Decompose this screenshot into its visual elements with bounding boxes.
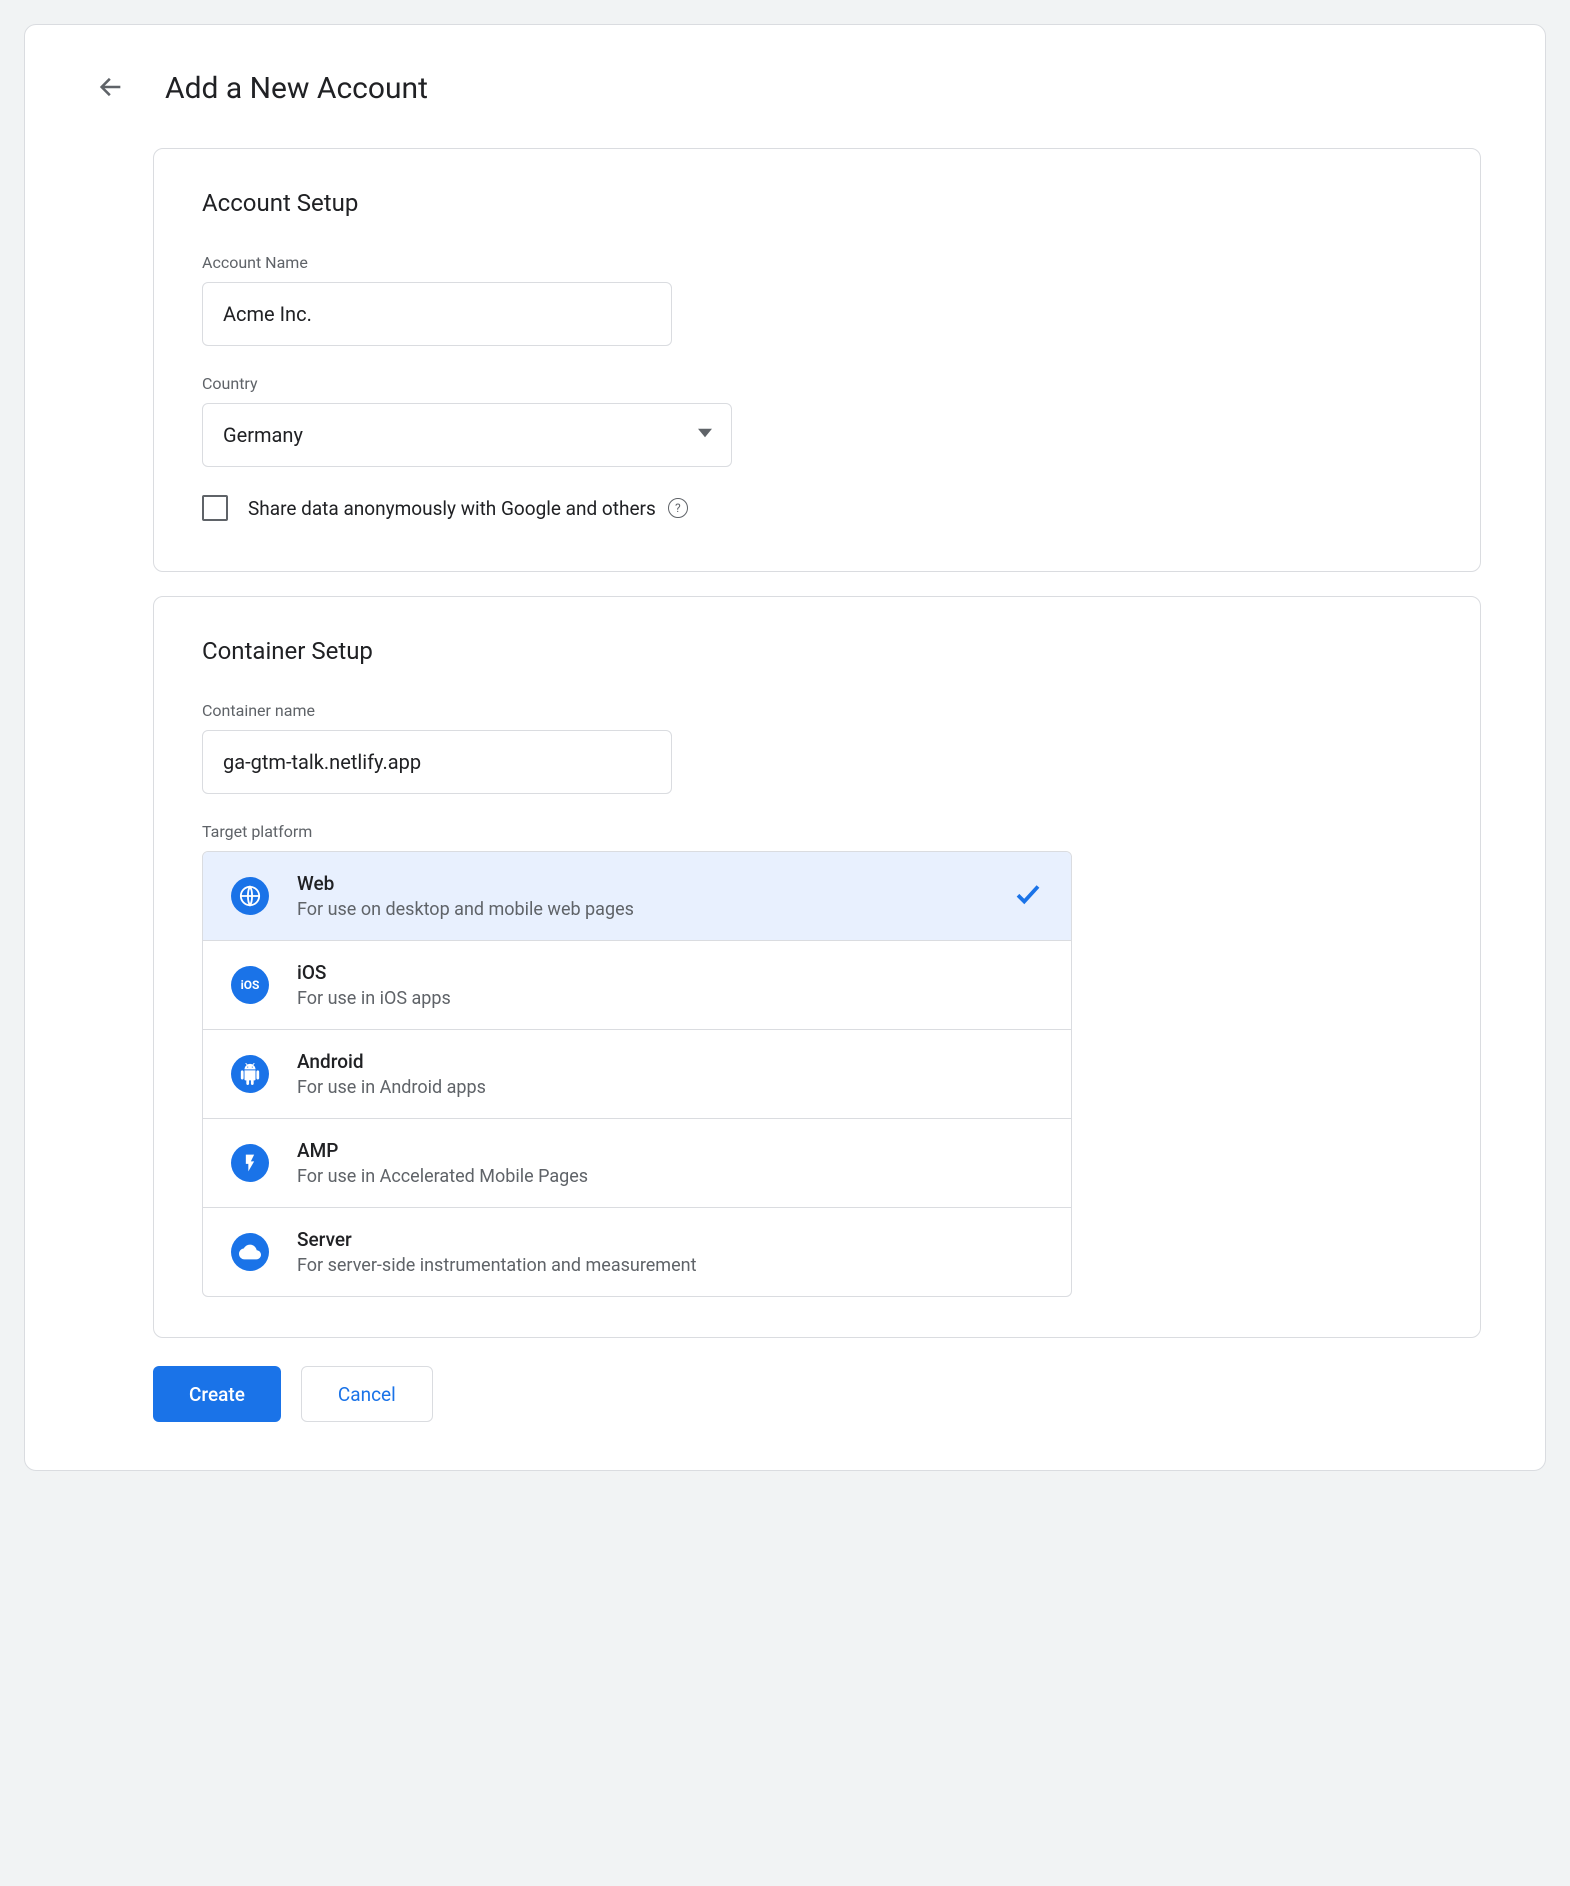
container-name-input[interactable] xyxy=(202,730,672,794)
cancel-button[interactable]: Cancel xyxy=(301,1366,433,1422)
platform-desc: For use in Accelerated Mobile Pages xyxy=(297,1166,1043,1187)
container-setup-heading: Container Setup xyxy=(202,637,1432,665)
platform-title: iOS xyxy=(297,961,1043,984)
check-icon xyxy=(1013,879,1043,913)
container-name-label: Container name xyxy=(202,701,1432,720)
target-platform-list: Web For use on desktop and mobile web pa… xyxy=(202,851,1072,1297)
help-icon[interactable]: ? xyxy=(668,498,688,518)
create-button[interactable]: Create xyxy=(153,1366,281,1422)
country-label: Country xyxy=(202,374,1432,393)
share-data-row: Share data anonymously with Google and o… xyxy=(202,495,1432,521)
container-name-field: Container name xyxy=(202,701,1432,794)
container-setup-card: Container Setup Container name Target pl… xyxy=(153,596,1481,1338)
page-header: Add a New Account xyxy=(89,65,1481,112)
share-data-checkbox[interactable] xyxy=(202,495,228,521)
account-setup-heading: Account Setup xyxy=(202,189,1432,217)
country-field: Country Germany xyxy=(202,374,1432,467)
account-setup-card: Account Setup Account Name Country Germa… xyxy=(153,148,1481,572)
platform-desc: For use in iOS apps xyxy=(297,988,1043,1009)
globe-icon xyxy=(231,877,269,915)
arrow-left-icon xyxy=(97,73,125,104)
bolt-icon xyxy=(231,1144,269,1182)
platform-option-web[interactable]: Web For use on desktop and mobile web pa… xyxy=(203,852,1071,940)
share-data-label-text: Share data anonymously with Google and o… xyxy=(248,497,656,520)
share-data-label: Share data anonymously with Google and o… xyxy=(248,497,688,520)
page-container: Add a New Account Account Setup Account … xyxy=(24,24,1546,1471)
account-name-label: Account Name xyxy=(202,253,1432,272)
target-platform-label: Target platform xyxy=(202,822,1432,841)
back-button[interactable] xyxy=(89,65,133,112)
account-name-input[interactable] xyxy=(202,282,672,346)
platform-option-ios[interactable]: iOS iOS For use in iOS apps xyxy=(203,940,1071,1029)
platform-option-server[interactable]: Server For server-side instrumentation a… xyxy=(203,1207,1071,1296)
platform-title: AMP xyxy=(297,1139,1043,1162)
cloud-icon xyxy=(231,1233,269,1271)
platform-desc: For use in Android apps xyxy=(297,1077,1043,1098)
account-name-field: Account Name xyxy=(202,253,1432,346)
platform-title: Android xyxy=(297,1050,1043,1073)
android-icon xyxy=(231,1055,269,1093)
platform-title: Web xyxy=(297,872,985,895)
platform-desc: For server-side instrumentation and meas… xyxy=(297,1255,1043,1276)
platform-desc: For use on desktop and mobile web pages xyxy=(297,899,985,920)
platform-title: Server xyxy=(297,1228,1043,1251)
ios-icon: iOS xyxy=(231,966,269,1004)
platform-option-amp[interactable]: AMP For use in Accelerated Mobile Pages xyxy=(203,1118,1071,1207)
platform-option-android[interactable]: Android For use in Android apps xyxy=(203,1029,1071,1118)
actions-row: Create Cancel xyxy=(153,1366,1481,1422)
page-title: Add a New Account xyxy=(165,71,428,106)
country-select[interactable]: Germany xyxy=(202,403,732,467)
